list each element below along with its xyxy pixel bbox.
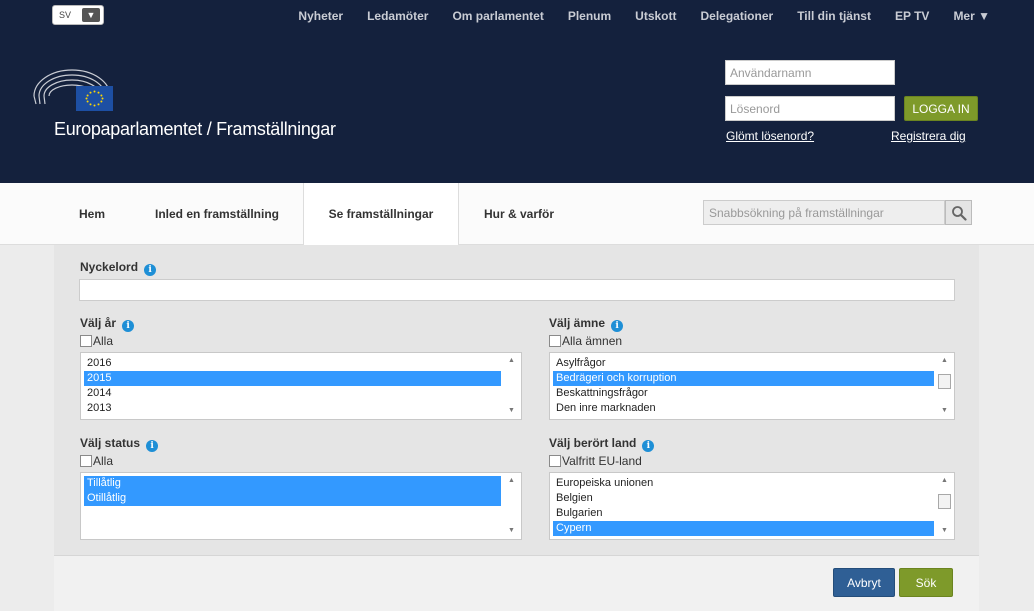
scroll-down-icon[interactable]: ▼ (937, 526, 952, 536)
list-item[interactable]: Tillåtlig (84, 476, 501, 491)
list-item[interactable]: 2013 (84, 401, 501, 416)
country-label: Välj berört land i (549, 436, 655, 452)
login-button[interactable]: LOGGA IN (904, 96, 978, 121)
topnav-news[interactable]: Nyheter (298, 9, 343, 23)
status-listbox[interactable]: Tillåtlig Otillåtlig ▲ ▼ (80, 472, 522, 540)
search-button[interactable]: Sök (899, 568, 953, 597)
info-icon[interactable]: i (642, 440, 655, 452)
scrollbar[interactable]: ▲ ▼ (937, 476, 952, 536)
status-label-text: Välj status (80, 436, 141, 450)
scroll-up-icon[interactable]: ▲ (504, 476, 519, 486)
scrollbar[interactable]: ▲ ▼ (504, 356, 519, 416)
country-label-text: Välj berört land (549, 436, 637, 450)
subject-all-row[interactable]: Alla ämnen (549, 334, 622, 348)
scroll-down-icon[interactable]: ▼ (504, 526, 519, 536)
topnav-members[interactable]: Ledamöter (367, 9, 428, 23)
country-all-label: Valfritt EU-land (562, 454, 642, 468)
scroll-down-icon[interactable]: ▼ (937, 406, 952, 416)
keyword-label: Nyckelord i (80, 260, 157, 276)
scroll-thumb[interactable] (938, 494, 951, 509)
year-all-checkbox[interactable] (80, 335, 92, 347)
status-all-checkbox[interactable] (80, 455, 92, 467)
scrollbar[interactable]: ▲ ▼ (504, 476, 519, 536)
search-icon (951, 205, 967, 221)
topnav-delegations[interactable]: Delegationer (701, 9, 774, 23)
quick-search-button[interactable] (945, 200, 972, 225)
list-item[interactable]: Den inre marknaden (553, 401, 934, 416)
subject-all-label: Alla ämnen (562, 334, 623, 348)
topnav-plenary[interactable]: Plenum (568, 9, 611, 23)
topnav-about[interactable]: Om parlamentet (452, 9, 543, 23)
country-all-checkbox[interactable] (549, 455, 561, 467)
scroll-down-icon[interactable]: ▼ (504, 406, 519, 416)
info-icon[interactable]: i (144, 264, 157, 276)
topnav-more[interactable]: Mer ▼ (953, 9, 990, 23)
username-input[interactable] (725, 60, 895, 85)
quick-search-input[interactable] (703, 200, 945, 225)
info-icon[interactable]: i (122, 320, 135, 332)
tab-home[interactable]: Hem (56, 183, 128, 245)
list-item[interactable]: Asylfrågor (553, 356, 934, 371)
list-item[interactable]: Beskattningsfrågor (553, 386, 934, 401)
tab-view-petitions[interactable]: Se framställningar (303, 183, 459, 246)
top-navigation: Nyheter Ledamöter Om parlamentet Plenum … (274, 9, 990, 23)
info-icon[interactable]: i (611, 320, 624, 332)
tab-how-why[interactable]: Hur & varför (470, 183, 568, 245)
password-input[interactable] (725, 96, 895, 121)
status-all-label: Alla (93, 454, 114, 468)
keyword-label-text: Nyckelord (80, 260, 139, 274)
site-header: SV ▼ Nyheter Ledamöter Om parlamentet Pl… (0, 0, 1034, 183)
year-listbox[interactable]: 2016 2015 2014 2013 ▲ ▼ (80, 352, 522, 420)
subject-label: Välj ämne i (549, 316, 624, 332)
list-item[interactable]: Bedrägeri och korruption (553, 371, 934, 386)
scroll-up-icon[interactable]: ▲ (504, 356, 519, 366)
register-link[interactable]: Registrera dig (891, 129, 966, 143)
year-all-label: Alla (93, 334, 114, 348)
topnav-eptv[interactable]: EP TV (895, 9, 929, 23)
topnav-committees[interactable]: Utskott (635, 9, 676, 23)
parliament-logo-icon[interactable] (30, 66, 114, 112)
country-all-row[interactable]: Valfritt EU-land (549, 454, 642, 468)
info-icon[interactable]: i (146, 440, 159, 452)
year-label: Välj år i (80, 316, 135, 332)
list-item[interactable]: 2016 (84, 356, 501, 371)
scroll-up-icon[interactable]: ▲ (937, 476, 952, 486)
list-item[interactable]: 2015 (84, 371, 501, 386)
cancel-button[interactable]: Avbryt (833, 568, 895, 597)
subject-listbox[interactable]: Asylfrågor Bedrägeri och korruption Besk… (549, 352, 955, 420)
chevron-down-icon: ▼ (82, 8, 100, 22)
main-navigation: Hem Inled en framställning Se framställn… (0, 183, 1034, 246)
list-item[interactable]: Europeiska unionen (553, 476, 934, 491)
subject-label-text: Välj ämne (549, 316, 606, 330)
subject-all-checkbox[interactable] (549, 335, 561, 347)
list-item[interactable]: Bulgarien (553, 506, 934, 521)
language-code: SV (59, 10, 72, 20)
language-select[interactable]: SV ▼ (52, 5, 104, 25)
site-title[interactable]: Europaparlamentet / Framställningar (54, 119, 336, 140)
list-item[interactable]: Belgien (553, 491, 934, 506)
forgot-password-link[interactable]: Glömt lösenord? (726, 129, 814, 143)
tab-start-petition[interactable]: Inled en framställning (140, 183, 294, 245)
list-item[interactable]: Otillåtlig (84, 491, 501, 506)
scroll-up-icon[interactable]: ▲ (937, 356, 952, 366)
scroll-thumb[interactable] (938, 374, 951, 389)
scrollbar[interactable]: ▲ ▼ (937, 356, 952, 416)
keyword-input[interactable] (79, 279, 955, 301)
topnav-service[interactable]: Till din tjänst (797, 9, 871, 23)
year-label-text: Välj år (80, 316, 117, 330)
status-all-row[interactable]: Alla (80, 454, 113, 468)
status-label: Välj status i (80, 436, 159, 452)
list-item[interactable]: 2014 (84, 386, 501, 401)
country-listbox[interactable]: Europeiska unionen Belgien Bulgarien Cyp… (549, 472, 955, 540)
year-all-row[interactable]: Alla (80, 334, 113, 348)
list-item[interactable]: Cypern (553, 521, 934, 536)
